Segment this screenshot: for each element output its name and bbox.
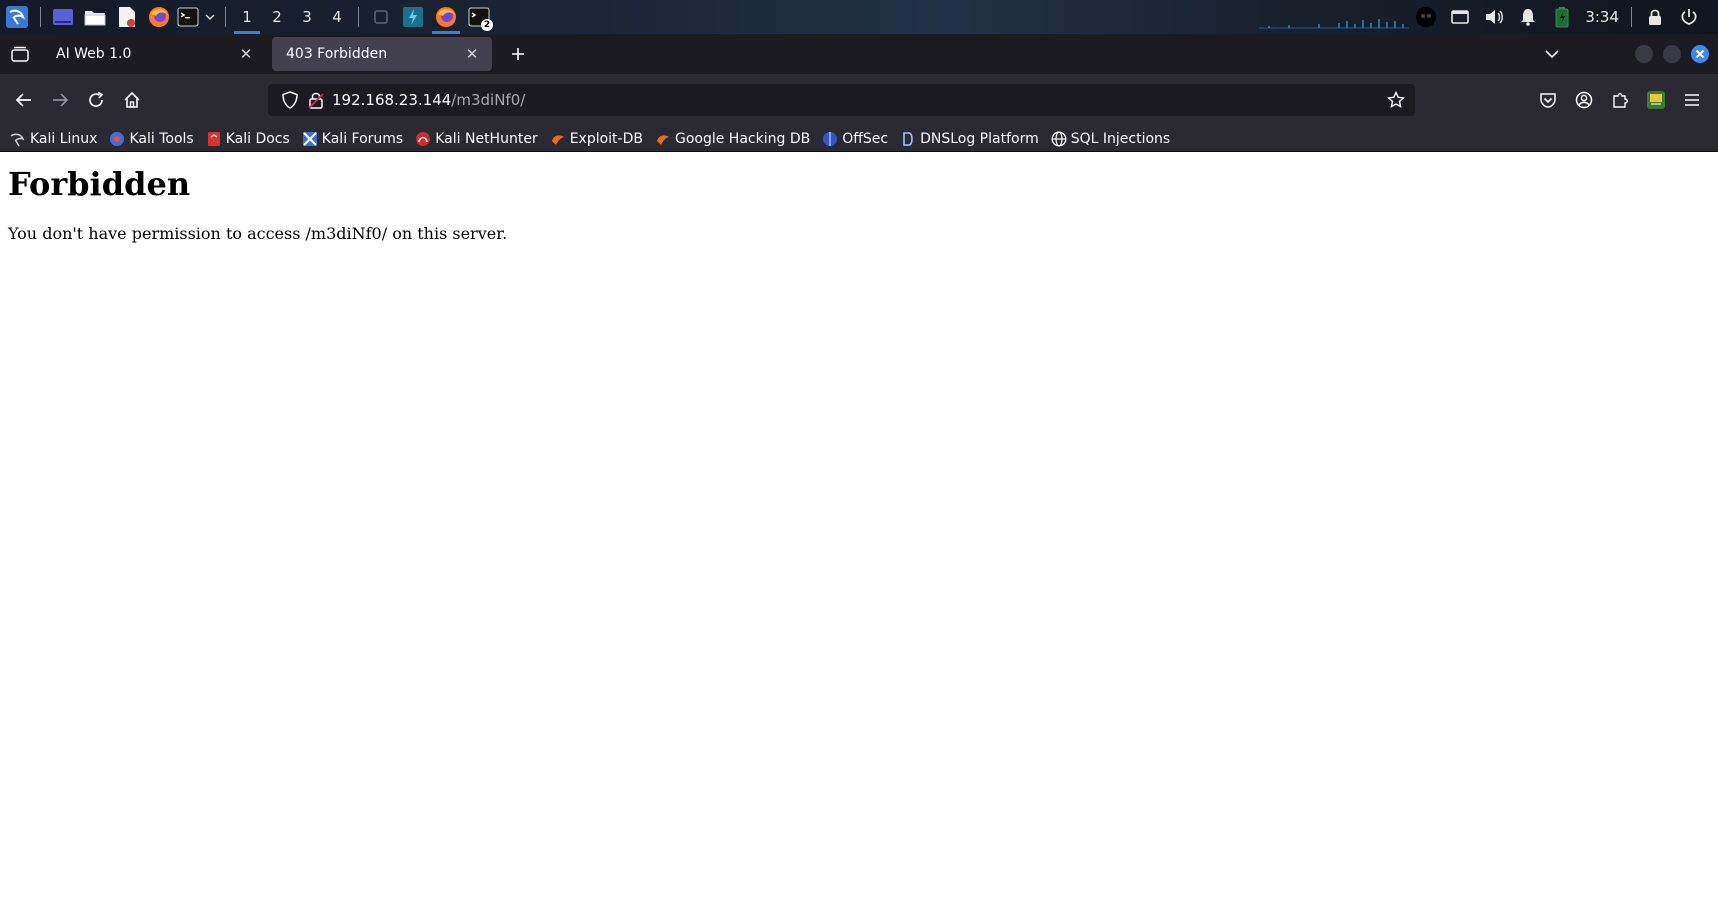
workspace-1[interactable]: 1 [232,0,262,34]
close-icon[interactable]: ✕ [236,44,256,64]
lock-screen-icon[interactable] [1638,0,1672,34]
url-host: 192.168.23.144 [332,91,452,109]
back-button[interactable] [6,82,42,118]
reload-button[interactable] [78,82,114,118]
firefox-window-icon[interactable] [429,0,463,34]
page-heading: Forbidden [8,165,191,203]
workspace-label: 4 [332,8,342,26]
tracking-protection-shield-icon[interactable] [282,91,298,109]
bookmark-kali-tools[interactable]: Kali Tools [109,130,194,147]
firefox-launcher-icon[interactable] [143,0,175,34]
bookmark-label: DNSLog Platform [920,130,1039,147]
display-icon[interactable] [1443,0,1477,34]
kali-extension-icon[interactable] [1638,82,1674,118]
navigation-toolbar: 192.168.23.144/m3diNf0/ [0,74,1718,126]
chevron-down-icon[interactable] [201,0,219,34]
nethunter-icon [415,131,431,147]
tab-title: 403 Forbidden [286,46,388,62]
taskbar-separator [40,7,41,27]
bookmark-kali-linux[interactable]: Kali Linux [10,131,97,147]
bookmark-label: Kali Forums [321,130,404,147]
terminal-window-icon[interactable]: 2 [463,0,495,34]
terminal-launcher-icon[interactable] [175,0,201,34]
hamburger-menu-icon[interactable] [1674,82,1710,118]
bookmark-label: Kali NetHunter [435,130,538,147]
kali-menu-icon[interactable] [0,0,34,34]
exploit-db-icon [550,131,566,147]
notification-bell-icon[interactable] [1511,0,1545,34]
taskbar: 1 2 3 4 2 3:34 [0,0,1718,34]
minimize-button[interactable] [1635,45,1653,63]
kali-tools-icon [109,131,125,147]
text-editor-icon[interactable] [111,0,143,34]
bookmark-kali-docs[interactable]: Kali Docs [206,131,290,147]
globe-icon [1051,131,1067,147]
bookmark-label: Kali Tools [129,130,194,147]
list-all-tabs-icon[interactable] [1534,34,1570,74]
tab-overview-icon[interactable] [0,34,40,74]
url-bar[interactable]: 192.168.23.144/m3diNf0/ [268,84,1415,116]
tab-title: AI Web 1.0 [56,46,132,62]
pocket-icon[interactable] [1530,82,1566,118]
bookmark-label: Kali Linux [30,130,98,147]
workspace-3[interactable]: 3 [292,0,322,34]
kali-dragon-icon [10,131,26,147]
workspace-4[interactable]: 4 [322,0,352,34]
network-monitor-graph [1259,0,1410,34]
volume-icon[interactable] [1477,0,1511,34]
workspace-label: 3 [302,8,312,26]
bookmark-label: SQL Injections [1070,130,1171,147]
page-content: Forbidden You don't have permission to a… [0,152,1718,918]
home-button[interactable] [114,82,150,118]
insecure-lock-icon[interactable] [308,91,324,109]
kali-docs-icon [206,131,222,147]
show-desktop-icon[interactable] [47,0,79,34]
extensions-puzzle-icon[interactable] [1602,82,1638,118]
power-icon[interactable] [1672,0,1706,34]
bookmark-offsec[interactable]: OffSec [822,131,888,147]
offsec-icon [822,131,838,147]
taskbar-separator [225,7,226,27]
workspace-label: 2 [272,8,282,26]
url-path: /m3diNf0/ [451,91,526,109]
bookmark-sql-injections[interactable]: SQL Injections [1051,131,1170,147]
battery-icon[interactable] [1545,0,1579,34]
system-tray: 3:34 [1259,0,1718,34]
error-message: You don't have permission to access /m3d… [8,224,508,243]
burp-window-icon[interactable] [397,0,429,34]
forward-button[interactable] [42,82,78,118]
window-button-blank[interactable] [365,0,397,34]
bookmark-star-icon[interactable] [1387,91,1405,109]
tab-ai-web[interactable]: AI Web 1.0 ✕ [42,37,266,71]
bookmark-exploit-db[interactable]: Exploit-DB [550,131,643,147]
new-tab-button[interactable] [500,34,536,74]
bookmark-label: Google Hacking DB [674,130,811,147]
account-icon[interactable] [1566,82,1602,118]
close-window-button[interactable] [1686,34,1714,74]
tab-403-forbidden[interactable]: 403 Forbidden ✕ [272,37,492,71]
bookmark-label: Kali Docs [225,130,290,147]
clock[interactable]: 3:34 [1579,8,1625,26]
bookmark-kali-nethunter[interactable]: Kali NetHunter [415,130,538,147]
taskbar-separator [358,7,359,27]
taskbar-separator [1631,7,1632,27]
bookmark-google-hacking-db[interactable]: Google Hacking DB [655,131,810,147]
file-manager-icon[interactable] [79,0,111,34]
kali-forums-icon [302,131,318,147]
workspace-label: 1 [242,8,252,26]
close-icon[interactable]: ✕ [462,44,482,64]
terminal-count-badge: 2 [481,19,493,31]
bookmark-dnslog-platform[interactable]: DNSLog Platform [900,131,1039,147]
workspace-2[interactable]: 2 [262,0,292,34]
url-text[interactable]: 192.168.23.144/m3diNf0/ [332,91,525,109]
bookmark-kali-forums[interactable]: Kali Forums [302,131,403,147]
bookmark-label: OffSec [842,130,889,147]
ghdb-icon [655,131,671,147]
maximize-button[interactable] [1663,45,1681,63]
privacy-mask-icon[interactable] [1409,0,1443,34]
bookmark-label: Exploit-DB [569,130,643,147]
tab-strip: AI Web 1.0 ✕ 403 Forbidden ✕ [0,34,1718,74]
bookmarks-toolbar: Kali Linux Kali Tools Kali Docs Kali For… [0,126,1718,152]
dnslog-icon [900,131,916,147]
